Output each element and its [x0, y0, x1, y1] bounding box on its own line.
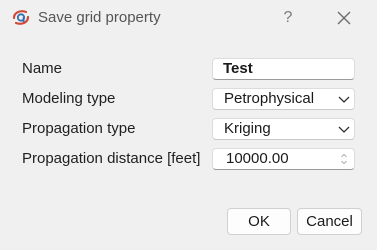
modeling-type-label: Modeling type — [22, 90, 116, 107]
cancel-button[interactable]: Cancel — [297, 208, 362, 235]
name-input-value: Test — [223, 60, 253, 77]
spin-arrows-icon[interactable] — [340, 152, 348, 166]
propagation-type-value: Kriging — [224, 120, 271, 137]
name-input[interactable]: Test — [212, 58, 355, 80]
name-label: Name — [22, 60, 63, 77]
propagation-type-select[interactable]: Kriging — [212, 118, 355, 140]
modeling-type-value: Petrophysical — [224, 90, 315, 107]
help-button[interactable]: ? — [278, 6, 298, 30]
propagation-distance-spinbox[interactable]: 10000.00 — [212, 148, 355, 170]
title-bar: Save grid property ? — [0, 0, 377, 36]
close-icon[interactable] — [334, 8, 354, 28]
propagation-distance-label: Propagation distance [feet] — [22, 150, 201, 167]
chevron-down-icon — [338, 96, 350, 103]
propagation-distance-value: 10000.00 — [226, 150, 289, 167]
save-grid-property-dialog: Save grid property ? Name Test Modeling … — [0, 0, 377, 250]
ok-button[interactable]: OK — [227, 208, 291, 235]
window-title: Save grid property — [38, 9, 161, 26]
app-logo-icon — [12, 10, 30, 25]
propagation-type-label: Propagation type — [22, 120, 136, 137]
modeling-type-select[interactable]: Petrophysical — [212, 88, 355, 110]
chevron-down-icon — [338, 126, 350, 133]
